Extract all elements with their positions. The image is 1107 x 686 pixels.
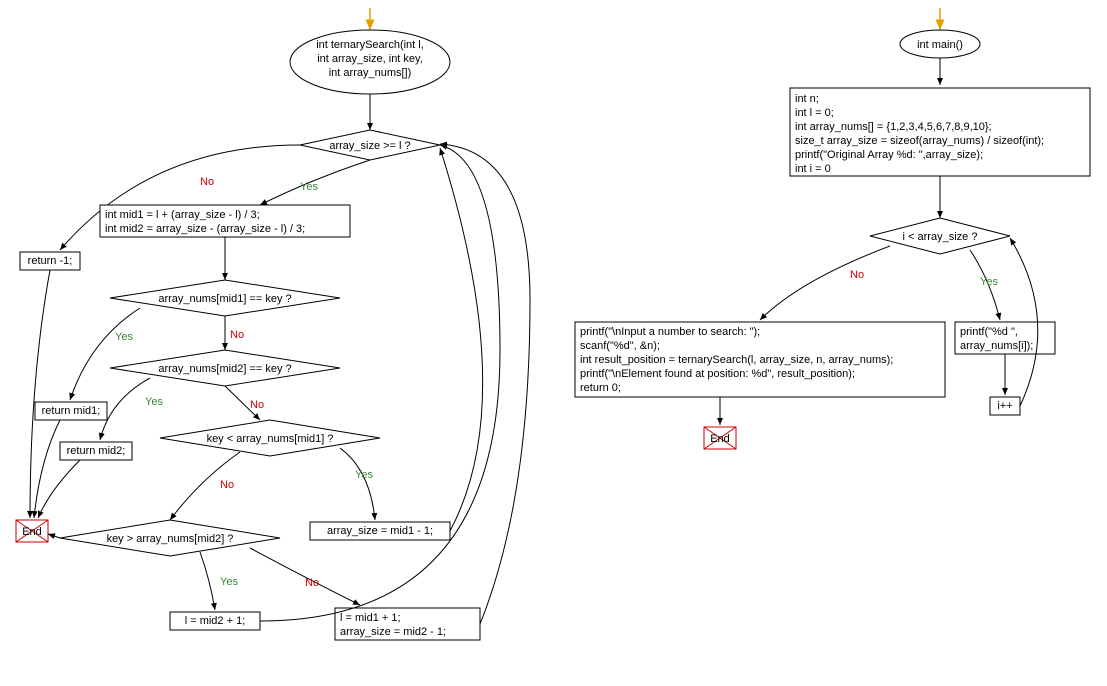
edge-yes-5 bbox=[200, 552, 215, 610]
edge-end-3 bbox=[38, 460, 80, 518]
assign2-text: l = mid2 + 1; bbox=[185, 615, 246, 627]
end-text-right: End bbox=[710, 433, 730, 445]
yes-label-2: Yes bbox=[115, 331, 133, 343]
end-node-right: End bbox=[704, 427, 736, 449]
no-label-1: No bbox=[200, 176, 214, 188]
yes-label-5: Yes bbox=[220, 576, 238, 588]
ret-mid1-text: return mid1; bbox=[42, 405, 101, 417]
end-node-left: End bbox=[16, 520, 48, 542]
flowchart-svg: int ternarySearch(int l, int array_size,… bbox=[0, 0, 1107, 686]
init-1: int n; bbox=[795, 93, 819, 105]
no-label-4: No bbox=[220, 479, 234, 491]
no-label-2: No bbox=[230, 329, 244, 341]
func-header-text-2: int array_size, int key, bbox=[317, 53, 423, 65]
assign3-text-1: l = mid1 + 1; bbox=[340, 612, 401, 624]
no-label-3: No bbox=[250, 399, 264, 411]
print-item-1: printf("%d ", bbox=[960, 326, 1018, 338]
cond4-text: key < array_nums[mid1] ? bbox=[207, 433, 334, 445]
init-4: size_t array_size = sizeof(array_nums) /… bbox=[795, 135, 1044, 147]
init-3: int array_nums[] = {1,2,3,4,5,6,7,8,9,10… bbox=[795, 121, 992, 133]
edge-end-2 bbox=[34, 420, 60, 518]
final-1: printf("\nInput a number to search: "); bbox=[580, 326, 760, 338]
print-item-2: array_nums[i]); bbox=[960, 340, 1033, 352]
final-2: scanf("%d", &n); bbox=[580, 340, 660, 352]
edge-no-r1 bbox=[760, 246, 890, 320]
edge-yes-2 bbox=[70, 308, 140, 400]
init-5: printf("Original Array %d: ",array_size)… bbox=[795, 149, 983, 161]
cond2-text: array_nums[mid1] == key ? bbox=[158, 293, 291, 305]
cond1-text: array_size >= l ? bbox=[329, 140, 410, 152]
final-3: int result_position = ternarySearch(l, a… bbox=[580, 354, 893, 366]
final-5: return 0; bbox=[580, 382, 621, 394]
func-header-text-1: int ternarySearch(int l, bbox=[316, 39, 424, 51]
init-2: int l = 0; bbox=[795, 107, 834, 119]
no-label-r1: No bbox=[850, 269, 864, 281]
final-4: printf("\nElement found at position: %d"… bbox=[580, 368, 855, 380]
no-label-5: No bbox=[305, 577, 319, 589]
loopback-3 bbox=[440, 144, 530, 624]
yes-label-3: Yes bbox=[145, 396, 163, 408]
yes-label-4: Yes bbox=[355, 469, 373, 481]
yes-label-r1: Yes bbox=[980, 276, 998, 288]
func-header-right-text: int main() bbox=[917, 39, 963, 51]
mids-text-2: int mid2 = array_size - (array_size - l)… bbox=[105, 223, 305, 235]
init-6: int i = 0 bbox=[795, 163, 831, 175]
ret-mid2-text: return mid2; bbox=[67, 445, 126, 457]
assign3-text-2: array_size = mid2 - 1; bbox=[340, 626, 446, 638]
mids-text-1: int mid1 = l + (array_size - l) / 3; bbox=[105, 209, 260, 221]
incr-text: i++ bbox=[997, 400, 1012, 412]
ret-neg1-text: return -1; bbox=[28, 255, 73, 267]
assign1-text: array_size = mid1 - 1; bbox=[327, 525, 433, 537]
edge-yes-4 bbox=[340, 448, 375, 520]
yes-label-1: Yes bbox=[300, 181, 318, 193]
loopback-1 bbox=[440, 148, 483, 531]
func-header-text-3: int array_nums[]) bbox=[329, 67, 412, 79]
cond3-text: array_nums[mid2] == key ? bbox=[158, 363, 291, 375]
end-text-left: End bbox=[22, 526, 42, 538]
cond1-right-text: i < array_size ? bbox=[903, 231, 978, 243]
edge-end-4 bbox=[48, 534, 60, 538]
cond5-text: key > array_nums[mid2] ? bbox=[107, 533, 234, 545]
